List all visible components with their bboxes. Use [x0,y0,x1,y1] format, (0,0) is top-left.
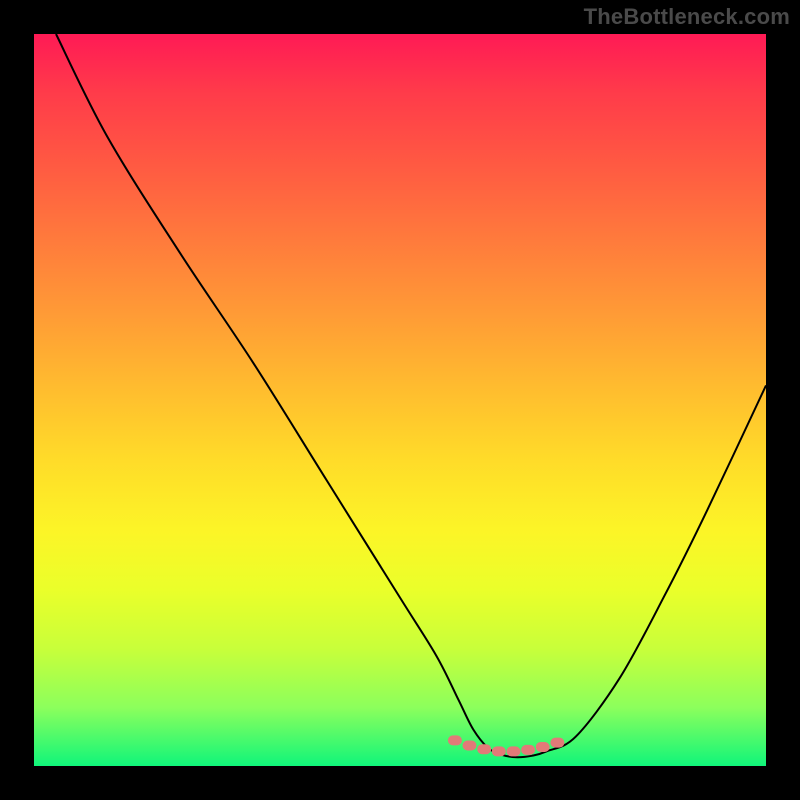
plot-area [34,34,766,766]
highlight-marker [448,735,462,745]
highlight-marker [463,741,477,751]
highlight-marker [536,742,550,752]
highlight-marker [492,746,506,756]
highlight-markers [448,735,565,756]
highlight-marker [477,744,491,754]
highlight-marker [521,745,535,755]
bottleneck-curve [56,34,766,757]
highlight-marker [550,738,564,748]
highlight-marker [507,746,521,756]
watermark-text: TheBottleneck.com [584,4,790,30]
curve-layer [34,34,766,766]
chart-frame: TheBottleneck.com [0,0,800,800]
